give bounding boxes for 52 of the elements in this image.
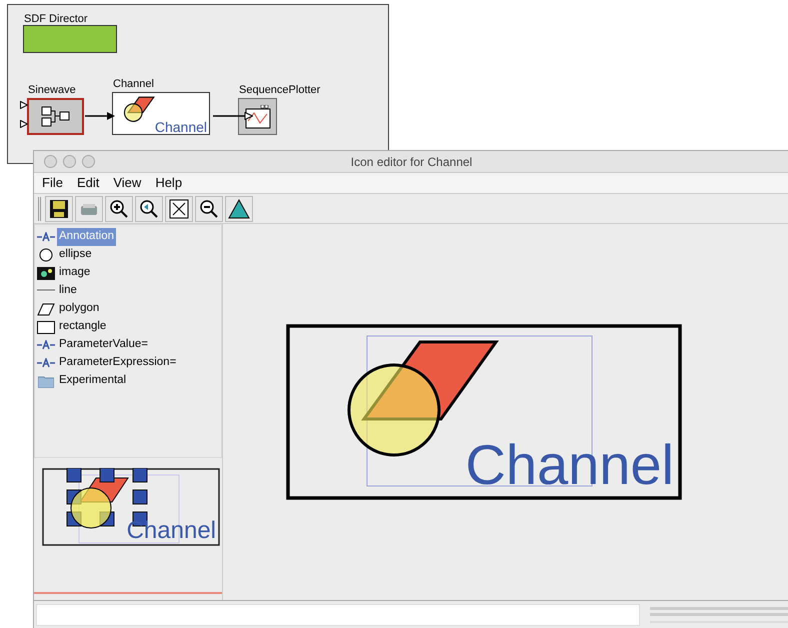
actor-block[interactable] [238,98,277,135]
annotation-icon [37,340,55,350]
plot-icon [244,104,270,128]
actor-icon-text: Channel [154,120,207,134]
toolbar-button[interactable] [105,196,133,222]
annotation-icon [37,358,55,368]
toolbar-button[interactable] [195,196,223,222]
director-label: SDF Director [24,12,88,27]
toolbar-button[interactable] [45,196,73,222]
rectangle-icon [37,320,55,334]
ellipse-icon [39,248,53,262]
library-item[interactable]: rectangle [57,318,108,336]
window-title: Icon editor for Channel [350,154,474,170]
library-item[interactable]: ParameterValue= [57,336,150,354]
input-port-icon [20,120,28,128]
toolbar-button[interactable] [135,196,163,222]
library-item[interactable]: ellipse [57,246,94,264]
connector-arrow [213,112,253,120]
actor-block[interactable] [27,98,84,135]
actor-block[interactable]: Channel [112,92,210,135]
connector-arrow [85,112,115,120]
triangle-icon [228,198,250,218]
toolbar-button[interactable] [165,196,193,222]
menu-item[interactable]: File [38,173,67,193]
actor-label: Sinewave [28,85,76,96]
preview-text: Channel [126,517,216,544]
zoom-out-icon [199,198,219,218]
library-item[interactable]: image [57,264,92,282]
menu-item[interactable]: Edit [72,173,104,193]
folder-icon [38,374,54,388]
zoom-in-icon [109,198,129,218]
library-item[interactable]: line [57,282,79,300]
resize-grip-icon [650,606,788,624]
toolbar-button[interactable] [225,196,253,222]
actor-label: SequencePlotter [239,85,320,96]
zoom-fit-icon [169,198,189,218]
parallelogram-icon [37,302,55,316]
zoom-reset-icon [139,198,159,218]
library-item[interactable]: polygon [57,300,102,318]
actor-label: Channel [113,79,154,90]
input-port-icon [20,101,28,109]
block-diagram-icon [40,106,70,128]
canvas-text: Channel [465,433,674,496]
menu-item[interactable]: Help [151,173,186,193]
line-icon [37,289,55,293]
library-item[interactable]: Experimental [57,372,128,390]
library-item[interactable]: ParameterExpression= [57,354,178,372]
save-icon [49,198,69,218]
annotation-icon [37,232,55,242]
image-icon [37,266,55,280]
menu-item[interactable]: View [109,173,146,193]
director-block[interactable] [23,25,117,53]
